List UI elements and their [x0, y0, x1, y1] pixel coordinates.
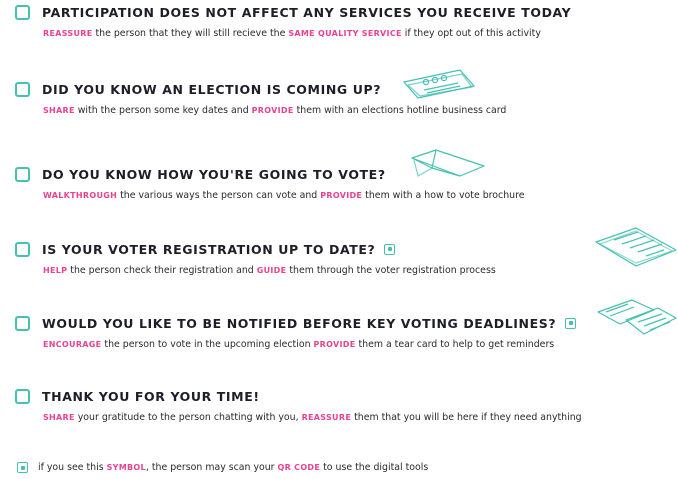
- footer-note: if you see this SYMBOL, the person may s…: [17, 462, 428, 473]
- highlight-keyword: REASSURE: [43, 29, 93, 38]
- text-segment: the person that they will still recieve …: [92, 28, 289, 39]
- item-title: PARTICIPATION DOES NOT AFFECT ANY SERVIC…: [42, 4, 572, 20]
- registration-form-icon: [595, 227, 677, 267]
- item-description: SHARE your gratitude to the person chatt…: [43, 412, 677, 423]
- checkbox[interactable]: [15, 388, 30, 404]
- item-description: WALKTHROUGH the various ways the person …: [43, 190, 677, 201]
- highlight-keyword: SHARE: [43, 413, 75, 422]
- text-segment: with the person some key dates and: [74, 105, 252, 116]
- text-segment: them through the voter registration proc…: [286, 265, 496, 276]
- item-description: ENCOURAGE the person to vote in the upco…: [43, 339, 677, 350]
- checkbox[interactable]: [15, 81, 30, 97]
- checklist-item-how-to-vote: DO YOU KNOW HOW YOU'RE GOING TO VOTE? WA…: [15, 165, 677, 201]
- item-title: DO YOU KNOW HOW YOU'RE GOING TO VOTE?: [42, 166, 386, 182]
- item-description: HELP the person check their registration…: [43, 265, 677, 276]
- checklist-item-election: DID YOU KNOW AN ELECTION IS COMING UP? S…: [15, 80, 677, 116]
- highlight-keyword: SYMBOL: [106, 463, 146, 472]
- footer-text: if you see this SYMBOL, the person may s…: [38, 462, 428, 473]
- item-description: REASSURE the person that they will still…: [43, 28, 677, 39]
- brochure-icon: [411, 149, 485, 177]
- highlight-keyword: SHARE: [43, 106, 75, 115]
- checkbox[interactable]: [15, 166, 30, 182]
- checkbox[interactable]: [15, 315, 30, 331]
- text-segment: your gratitude to the person chatting wi…: [74, 412, 302, 423]
- highlight-keyword: GUIDE: [256, 266, 287, 275]
- highlight-keyword: PROVIDE: [313, 340, 356, 349]
- qr-symbol-icon: [17, 462, 28, 473]
- text-segment: them a tear card to help to get reminder…: [355, 339, 555, 350]
- text-segment: the person check their registration and: [67, 265, 257, 276]
- highlight-keyword: QR CODE: [277, 463, 321, 472]
- text-segment: them that you will be here if they need …: [351, 412, 582, 423]
- highlight-keyword: PROVIDE: [251, 106, 294, 115]
- highlight-keyword: REASSURE: [301, 413, 352, 422]
- highlight-keyword: HELP: [43, 266, 68, 275]
- text-segment: to use the digital tools: [320, 462, 429, 473]
- qr-symbol-icon: [384, 243, 396, 255]
- item-title: DID YOU KNOW AN ELECTION IS COMING UP?: [42, 81, 382, 97]
- text-segment: if you see this: [38, 462, 107, 473]
- highlight-keyword: SAME QUALITY SERVICE: [288, 29, 402, 38]
- qr-symbol-icon: [565, 317, 577, 329]
- item-title: THANK YOU FOR YOUR TIME!: [42, 388, 260, 404]
- highlight-keyword: PROVIDE: [320, 191, 363, 200]
- business-card-icon: [403, 69, 475, 99]
- item-title: IS YOUR VOTER REGISTRATION UP TO DATE?: [42, 241, 376, 257]
- checklist-item-thank-you: THANK YOU FOR YOUR TIME! SHARE your grat…: [15, 387, 677, 423]
- text-segment: the person to vote in the upcoming elect…: [101, 339, 314, 350]
- checklist-item-registration: IS YOUR VOTER REGISTRATION UP TO DATE? H…: [15, 240, 677, 276]
- item-title: WOULD YOU LIKE TO BE NOTIFIED BEFORE KEY…: [42, 315, 557, 331]
- checkbox[interactable]: [15, 4, 30, 20]
- text-segment: them with an elections hotline business …: [293, 105, 507, 116]
- checkbox[interactable]: [15, 241, 30, 257]
- highlight-keyword: WALKTHROUGH: [43, 191, 118, 200]
- text-segment: the various ways the person can vote and: [117, 190, 321, 201]
- checklist-item-notifications: WOULD YOU LIKE TO BE NOTIFIED BEFORE KEY…: [15, 314, 677, 350]
- item-description: SHARE with the person some key dates and…: [43, 105, 677, 116]
- text-segment: , the person may scan your: [145, 462, 278, 473]
- text-segment: if they opt out of this activity: [401, 28, 541, 39]
- highlight-keyword: ENCOURAGE: [43, 340, 102, 349]
- tear-card-icon: [597, 299, 677, 335]
- text-segment: them with a how to vote brochure: [362, 190, 525, 201]
- checklist-item-participation: PARTICIPATION DOES NOT AFFECT ANY SERVIC…: [15, 3, 677, 39]
